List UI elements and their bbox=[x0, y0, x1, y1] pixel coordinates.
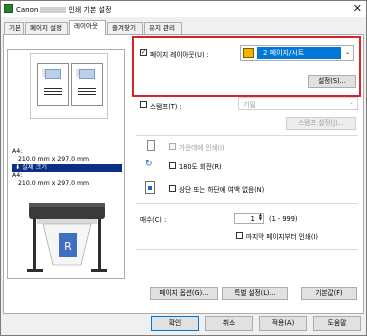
picture-icon bbox=[79, 69, 95, 79]
output-size-label: A4: bbox=[12, 172, 23, 179]
paper-size-info: A4: 210.0 mm x 297.0 mm ⬇ 실제 크기 A4: 210.… bbox=[12, 148, 122, 188]
window-title: Canon 인쇄 기본 설정 bbox=[16, 6, 112, 14]
rotate-icon: ↻ bbox=[145, 159, 153, 169]
picture-icon bbox=[45, 69, 61, 79]
page-preview-2: 2 bbox=[71, 63, 103, 106]
chevron-down-icon: ⌄ bbox=[348, 99, 354, 106]
reverse-order-checkbox[interactable] bbox=[236, 232, 243, 239]
highlight-box bbox=[132, 36, 361, 97]
printer-app-icon bbox=[4, 4, 13, 13]
separator bbox=[136, 203, 358, 204]
page-options-button[interactable]: 페이지 옵션(G)... bbox=[150, 287, 218, 300]
stamp-value: 기밀 bbox=[243, 101, 256, 109]
rotate-180-label: 180도 회전(R) bbox=[179, 163, 222, 171]
special-settings-button[interactable]: 특별 설정(L)... bbox=[222, 287, 288, 300]
apply-button[interactable]: 적용(A) bbox=[259, 316, 307, 331]
defaults-button[interactable]: 기본값(F) bbox=[301, 287, 357, 300]
ok-button[interactable]: 확인 bbox=[151, 316, 199, 331]
text-lines-icon bbox=[78, 88, 96, 96]
text-lines-icon bbox=[44, 88, 62, 96]
spin-arrows-icon[interactable]: ▲ ▼ bbox=[259, 213, 262, 221]
margin-page-icon bbox=[145, 181, 155, 194]
copies-value: 1 bbox=[250, 215, 255, 223]
reverse-order-label: 마지막 페이지부터 인쇄(I) bbox=[246, 233, 318, 241]
input-size-value: 210.0 mm x 297.0 mm bbox=[18, 156, 90, 163]
tab-basic[interactable]: 기본 bbox=[4, 22, 24, 34]
cancel-button[interactable]: 취소 bbox=[205, 316, 253, 331]
redacted-model-name bbox=[40, 7, 67, 13]
tab-maintenance[interactable]: 유지 관리 bbox=[144, 22, 182, 34]
separator bbox=[136, 135, 358, 136]
page-center-icon bbox=[147, 140, 155, 151]
no-margin-checkbox[interactable] bbox=[169, 185, 176, 192]
preview-pane: 1 2 A4: 210.0 mm x 297.0 mm ⬇ 실제 크기 A4: … bbox=[7, 49, 125, 279]
stamp-select[interactable]: 기밀 ⌄ bbox=[238, 97, 358, 110]
center-print-checkbox[interactable] bbox=[169, 143, 176, 150]
svg-text:R: R bbox=[64, 240, 72, 253]
large-format-printer-icon: R bbox=[27, 203, 107, 272]
copies-range: (1 - 999) bbox=[269, 215, 298, 223]
close-icon[interactable]: ✕ bbox=[353, 2, 362, 15]
tab-layout[interactable]: 레이아웃 bbox=[69, 20, 106, 35]
copies-label: 매수(C) : bbox=[140, 216, 167, 224]
tab-favorites[interactable]: 즐겨찾기 bbox=[107, 22, 143, 34]
sheet-preview: 1 2 bbox=[30, 53, 108, 119]
page-preview-1: 1 bbox=[37, 63, 69, 106]
stamp-checkbox[interactable] bbox=[140, 101, 147, 108]
title-bar: Canon 인쇄 기본 설정 ✕ bbox=[1, 1, 366, 17]
tab-page-setup[interactable]: 페이지 설정 bbox=[25, 22, 68, 34]
help-button[interactable]: 도움말 bbox=[313, 316, 361, 331]
stamp-settings-button[interactable]: 스탬프 설정(J)... bbox=[286, 117, 356, 130]
copies-spinner[interactable]: 1 ▲ ▼ bbox=[234, 213, 264, 224]
stamp-label: 스탬프(T) : bbox=[150, 103, 182, 111]
center-print-label: 가운데에 인쇄(I) bbox=[179, 144, 225, 152]
input-size-label: A4: bbox=[12, 148, 23, 155]
output-size-value: 210.0 mm x 297.0 mm bbox=[18, 180, 90, 187]
no-margin-label: 상단 또는 하단에 여백 없음(N) bbox=[179, 186, 265, 194]
print-preferences-window: Canon 인쇄 기본 설정 ✕ 기본 페이지 설정 레이아웃 즐겨찾기 유지 관… bbox=[0, 0, 367, 336]
rotate-180-checkbox[interactable] bbox=[169, 162, 176, 169]
separator bbox=[136, 249, 358, 250]
actual-size-label: ⬇ 실제 크기 bbox=[12, 164, 122, 172]
